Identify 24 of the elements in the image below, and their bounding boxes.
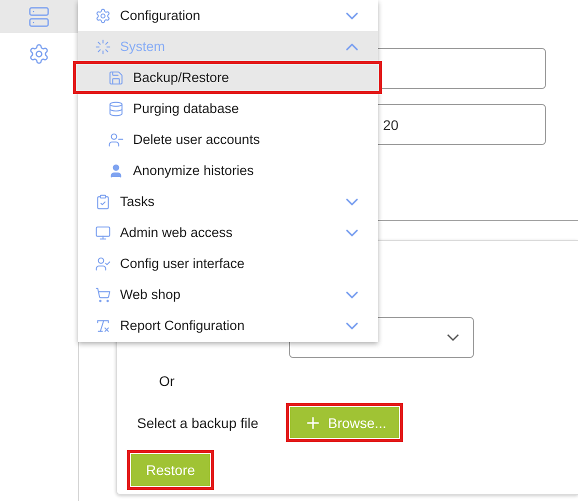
clipboard-check-icon [95,194,111,210]
menu-item[interactable]: Web shop [78,279,378,310]
field-label: Select a backup file [136,414,260,430]
user-check-icon [95,256,111,272]
clear-format-icon [95,318,111,334]
submenu-item[interactable]: Backup/Restore [74,62,381,93]
menu-item[interactable]: Report Configuration [78,310,378,341]
or-text: Or [159,373,176,389]
database-icon [108,100,124,116]
submenu-item[interactable]: Anonymize histories [78,155,378,186]
menu-item[interactable]: Admin web access [78,217,378,248]
server-icon [28,6,50,28]
monitor-icon [95,224,111,240]
caret-icon [447,334,459,341]
submenu-item[interactable]: Purging database [78,93,378,124]
settings-icon [95,8,111,24]
user-minus-icon [108,132,124,148]
menu-item[interactable]: Config user interface [78,248,378,279]
menu-item[interactable]: Tasks [78,186,378,217]
cart-icon [95,286,111,302]
submenu-item[interactable]: Delete user accounts [78,124,378,155]
person-icon [108,162,124,178]
menu-item[interactable]: Configuration [78,0,378,31]
settings-icon [28,42,50,64]
